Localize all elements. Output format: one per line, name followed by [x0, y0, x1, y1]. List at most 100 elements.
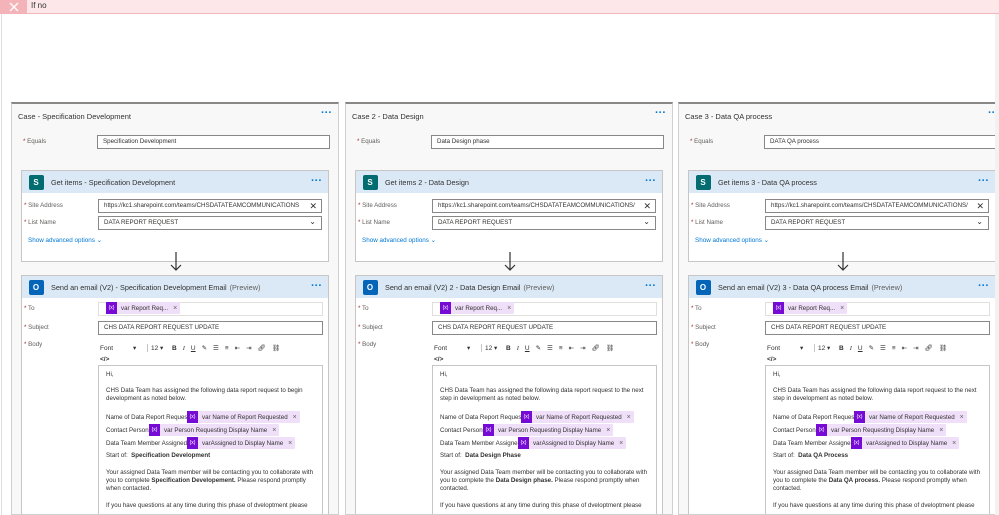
link-icon[interactable]: 🔗︎: [925, 344, 933, 352]
site-address-input[interactable]: https://kc1.sharepoint.com/teams/CHSDATA…: [98, 198, 322, 213]
more-options-icon[interactable]: ···: [978, 280, 989, 292]
clear-icon[interactable]: ✕: [309, 201, 317, 212]
numbered-list-icon[interactable]: ≡: [892, 345, 896, 352]
send-email-header[interactable]: O Send an email (V2) - Specification Dev…: [22, 276, 328, 298]
remove-token-icon[interactable]: ×: [627, 414, 631, 421]
bulleted-list-icon[interactable]: ☰: [880, 344, 886, 352]
italic-icon[interactable]: I: [183, 345, 185, 352]
unlink-icon[interactable]: ⛓︎: [939, 344, 947, 352]
show-advanced-options-link[interactable]: Show advanced options ⌄: [695, 237, 769, 244]
decrease-indent-icon[interactable]: ⇤: [235, 344, 240, 352]
underline-icon[interactable]: U: [525, 345, 530, 352]
remove-token-icon[interactable]: ×: [173, 305, 177, 312]
name-of-report-token[interactable]: {x} var Name of Report Requested ×: [521, 411, 634, 423]
link-icon[interactable]: 🔗︎: [592, 344, 600, 352]
get-items-header[interactable]: S Get items - Specification Development …: [22, 171, 328, 193]
numbered-list-icon[interactable]: ≡: [559, 345, 563, 352]
name-of-report-token[interactable]: {x} var Name of Report Requested ×: [854, 411, 967, 423]
underline-icon[interactable]: U: [858, 345, 863, 352]
highlight-icon[interactable]: ✎: [869, 344, 874, 352]
contact-person-token[interactable]: {x} var Person Requesting Display Name ×: [483, 424, 614, 436]
decrease-indent-icon[interactable]: ⇤: [569, 344, 574, 352]
team-member-token[interactable]: {x} varAssigned to Display Name ×: [187, 437, 296, 449]
team-member-token[interactable]: {x} varAssigned to Display Name ×: [851, 437, 960, 449]
equals-input[interactable]: Specification Development: [97, 134, 330, 149]
code-view-icon[interactable]: </>: [767, 354, 776, 364]
contact-person-token[interactable]: {x} var Person Requesting Display Name ×: [149, 424, 280, 436]
to-token[interactable]: {x} var Report Req... ×: [440, 302, 515, 314]
send-email-header[interactable]: O Send an email (V2) 2 - Data Design Ema…: [356, 276, 662, 298]
bulleted-list-icon[interactable]: ☰: [213, 344, 219, 352]
more-options-icon[interactable]: ···: [311, 175, 322, 187]
close-icon[interactable]: [0, 0, 27, 14]
send-email-header[interactable]: O Send an email (V2) 3 - Data QA process…: [689, 276, 995, 298]
more-options-icon[interactable]: ···: [321, 107, 332, 119]
highlight-icon[interactable]: ✎: [536, 344, 541, 352]
case-header[interactable]: Case 3 - Data QA process ···: [679, 104, 999, 128]
vertical-scrollbar[interactable]: [995, 14, 999, 515]
remove-token-icon[interactable]: ×: [288, 440, 292, 447]
increase-indent-icon[interactable]: ⇥: [246, 344, 251, 352]
get-items-header[interactable]: S Get items 3 - Data QA process ···: [689, 171, 995, 193]
equals-input[interactable]: DATA QA process: [764, 134, 997, 149]
more-options-icon[interactable]: ···: [645, 175, 656, 187]
bulleted-list-icon[interactable]: ☰: [547, 344, 553, 352]
email-body-editor[interactable]: Hi, CHS Data Team has assigned the follo…: [432, 365, 657, 514]
link-icon[interactable]: 🔗︎: [258, 344, 266, 352]
case-header[interactable]: Case 2 - Data Design ···: [346, 104, 672, 128]
list-name-select[interactable]: DATA REPORT REQUEST ⌄: [432, 215, 656, 230]
list-name-select[interactable]: DATA REPORT REQUEST ⌄: [98, 215, 322, 230]
underline-icon[interactable]: U: [191, 345, 196, 352]
italic-icon[interactable]: I: [850, 345, 852, 352]
increase-indent-icon[interactable]: ⇥: [580, 344, 585, 352]
if-no-branch-header[interactable]: If no: [0, 0, 999, 14]
show-advanced-options-link[interactable]: Show advanced options ⌄: [28, 237, 102, 244]
clear-icon[interactable]: ✕: [976, 201, 984, 212]
numbered-list-icon[interactable]: ≡: [225, 345, 229, 352]
case-header[interactable]: Case - Specification Development ···: [12, 104, 338, 128]
remove-token-icon[interactable]: ×: [606, 427, 610, 434]
more-options-icon[interactable]: ···: [311, 280, 322, 292]
unlink-icon[interactable]: ⛓︎: [272, 344, 280, 352]
remove-token-icon[interactable]: ×: [939, 427, 943, 434]
remove-token-icon[interactable]: ×: [952, 440, 956, 447]
list-name-select[interactable]: DATA REPORT REQUEST ⌄: [765, 215, 989, 230]
code-view-icon[interactable]: </>: [100, 354, 109, 364]
code-view-icon[interactable]: </>: [434, 354, 443, 364]
team-member-token[interactable]: {x} varAssigned to Display Name ×: [518, 437, 627, 449]
subject-input[interactable]: CHS DATA REPORT REQUEST UPDATE: [98, 320, 323, 335]
font-select[interactable]: Font ▾: [100, 344, 144, 352]
email-body-editor[interactable]: Hi, CHS Data Team has assigned the follo…: [98, 365, 323, 514]
remove-token-icon[interactable]: ×: [293, 414, 297, 421]
show-advanced-options-link[interactable]: Show advanced options ⌄: [362, 237, 436, 244]
highlight-icon[interactable]: ✎: [202, 344, 207, 352]
font-size-select[interactable]: 12 ▾: [151, 344, 169, 352]
more-options-icon[interactable]: ···: [655, 107, 666, 119]
italic-icon[interactable]: I: [517, 345, 519, 352]
font-size-select[interactable]: 12 ▾: [485, 344, 503, 352]
more-options-icon[interactable]: ···: [978, 175, 989, 187]
subject-input[interactable]: CHS DATA REPORT REQUEST UPDATE: [765, 320, 990, 335]
email-body-editor[interactable]: Hi, CHS Data Team has assigned the follo…: [765, 365, 990, 514]
name-of-report-token[interactable]: {x} var Name of Report Requested ×: [187, 411, 300, 423]
font-select[interactable]: Font ▾: [434, 344, 478, 352]
bold-icon[interactable]: B: [839, 345, 844, 352]
font-select[interactable]: Font ▾: [767, 344, 811, 352]
remove-token-icon[interactable]: ×: [960, 414, 964, 421]
get-items-header[interactable]: S Get items 2 - Data Design ···: [356, 171, 662, 193]
equals-input[interactable]: Data Design phase: [431, 134, 664, 149]
remove-token-icon[interactable]: ×: [507, 305, 511, 312]
decrease-indent-icon[interactable]: ⇤: [902, 344, 907, 352]
clear-icon[interactable]: ✕: [643, 201, 651, 212]
to-token[interactable]: {x} var Report Req... ×: [773, 302, 848, 314]
unlink-icon[interactable]: ⛓︎: [606, 344, 614, 352]
more-options-icon[interactable]: ···: [645, 280, 656, 292]
site-address-input[interactable]: https://kc1.sharepoint.com/teams/CHSDATA…: [432, 198, 656, 213]
remove-token-icon[interactable]: ×: [272, 427, 276, 434]
bold-icon[interactable]: B: [506, 345, 511, 352]
increase-indent-icon[interactable]: ⇥: [913, 344, 918, 352]
contact-person-token[interactable]: {x} var Person Requesting Display Name ×: [816, 424, 947, 436]
font-size-select[interactable]: 12 ▾: [818, 344, 836, 352]
site-address-input[interactable]: https://kc1.sharepoint.com/teams/CHSDATA…: [765, 198, 989, 213]
bold-icon[interactable]: B: [172, 345, 177, 352]
